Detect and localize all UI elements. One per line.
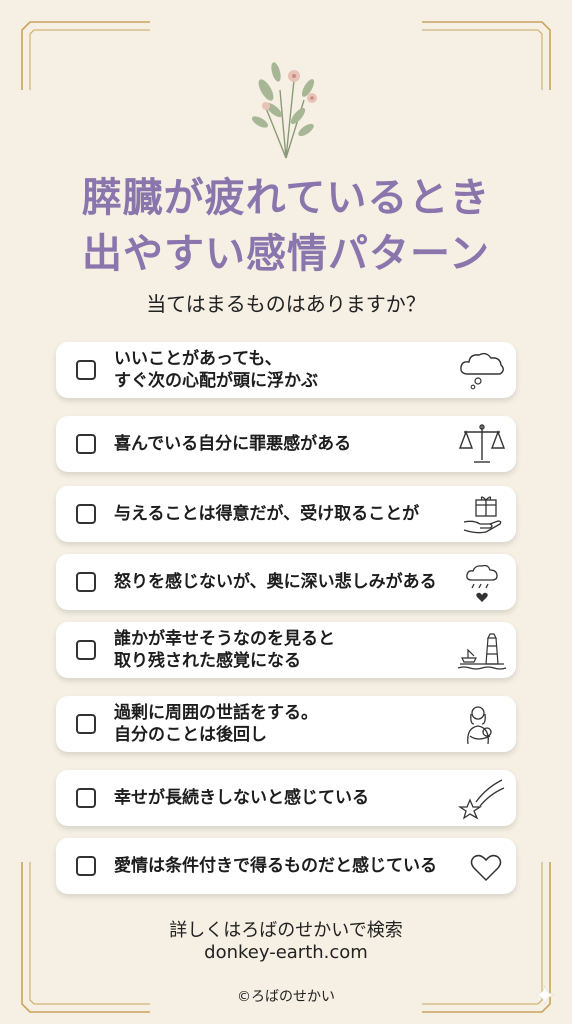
lighthouse-icon (457, 633, 507, 670)
checklist-item[interactable]: 過剰に周囲の世話をする。 自分のことは後回し (56, 696, 516, 752)
checklist-item-text: 与えることは得意だが、受け取ることが (114, 486, 484, 542)
checklist-item-line2: すぐ次の心配が頭に浮かぶ (114, 371, 318, 391)
checklist-item[interactable]: 幸せが長続きしないと感じている (56, 770, 516, 826)
cloud-icon (460, 352, 504, 390)
checklist-item-text: 幸せが長続きしないと感じている (114, 770, 484, 826)
frame-corner-top-left (21, 21, 150, 90)
checklist-item[interactable]: いいことがあっても、 すぐ次の心配が頭に浮かぶ (56, 342, 516, 398)
checklist-item-line1: 喜んでいる自分に罪悪感がある (114, 434, 352, 454)
checkbox[interactable] (76, 434, 96, 454)
checkbox[interactable] (76, 360, 96, 380)
checklist-item[interactable]: 愛情は条件付きで得るものだと感じている (56, 838, 516, 894)
copyright: ©ろばのせかい (237, 989, 335, 1005)
checklist-item-line1: 過剰に周囲の世話をする。 (114, 703, 318, 723)
checklist-item-text: 愛情は条件付きで得るものだと感じている (114, 838, 484, 894)
checklist-item-line1: 愛情は条件付きで得るものだと感じている (114, 856, 437, 876)
checkbox[interactable] (76, 856, 96, 876)
checklist-item[interactable]: 怒りを感じないが、奥に深い悲しみがある (56, 554, 516, 610)
flower-bouquet-icon (251, 62, 317, 159)
checklist-item-line1: 怒りを感じないが、奥に深い悲しみがある (114, 572, 437, 592)
subtitle: 当てはまるものはありますか？ (146, 292, 426, 316)
checklist-item-line1: いいことがあっても、 (114, 349, 282, 369)
mother-child-icon (467, 706, 492, 745)
page-title-line-1: 膵臓が疲れているとき (81, 175, 491, 221)
checklist-item[interactable]: 誰かが幸せそうなのを見ると 取り残された感覚になる (56, 622, 516, 678)
checkbox[interactable] (76, 714, 96, 734)
checklist-item-line2: 自分のことは後回し (114, 725, 267, 745)
checklist-item-text: 誰かが幸せそうなのを見ると 取り残された感覚になる (114, 622, 484, 678)
gift-hand-icon (463, 496, 502, 534)
scale-icon (458, 424, 506, 463)
checklist-item-text: 過剰に周囲の世話をする。 自分のことは後回し (114, 696, 484, 752)
footer-url[interactable]: donkey-earth.com (0, 942, 572, 963)
shooting-star-icon (457, 779, 505, 820)
checklist-item-text: 怒りを感じないが、奥に深い悲しみがある (114, 554, 484, 610)
checklist-item-text: いいことがあっても、 すぐ次の心配が頭に浮かぶ (114, 342, 484, 398)
checklist-item-line2: 取り残された感覚になる (114, 651, 301, 671)
checklist-item[interactable]: 与えることは得意だが、受け取ることが (56, 486, 516, 542)
checkbox[interactable] (76, 572, 96, 592)
checklist-item-line1: 誰かが幸せそうなのを見ると (114, 629, 335, 649)
checkbox[interactable] (76, 640, 96, 660)
heart-icon (470, 854, 502, 882)
rain-heart-icon (466, 564, 498, 602)
checkbox[interactable] (76, 504, 96, 524)
checkbox[interactable] (76, 788, 96, 808)
checklist-item-line1: 幸せが長続きしないと感じている (114, 788, 369, 808)
frame-corner-top-right (422, 21, 551, 90)
checklist-item-line1: 与えることは得意だが、受け取ることが (114, 504, 420, 524)
checklist-item[interactable]: 喜んでいる自分に罪悪感がある (56, 416, 516, 472)
sparkle-icon (534, 984, 556, 1006)
checklist-item-text: 喜んでいる自分に罪悪感がある (114, 416, 484, 472)
page-title-line-2: 出やすい感情パターン (82, 231, 490, 277)
footer-search-text: 詳しくはろばのせかいで検索 (169, 920, 403, 941)
